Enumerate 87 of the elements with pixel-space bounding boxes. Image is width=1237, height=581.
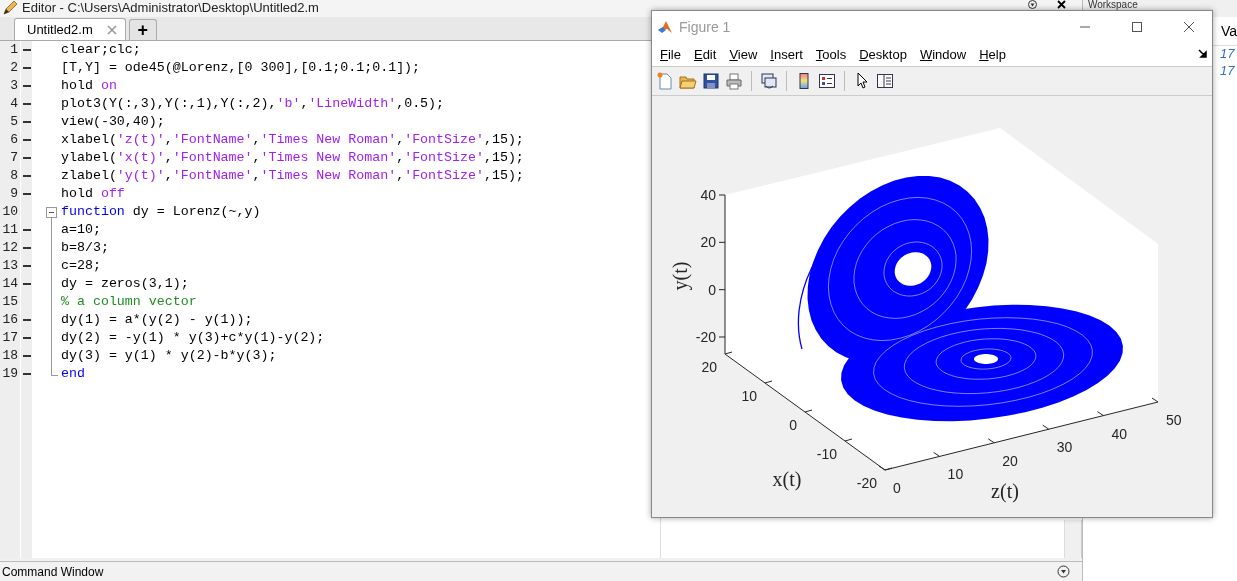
close-icon [1183,20,1195,33]
linked-windows-icon[interactable] [760,72,778,90]
code-line: c=28; [61,257,101,275]
new-file-icon[interactable] [656,72,674,90]
line-number: 12 [1,239,18,257]
line-number: 15 [1,293,18,311]
code-line: b=8/3; [61,239,109,257]
line-number: 3 [9,77,18,95]
code-line: dy(2) = -y(1) * y(3)+c*y(1)-y(2); [61,329,325,347]
line-number: 8 [9,167,18,185]
line-number: 5 [9,113,18,131]
tick-label: 40 [700,187,716,203]
scrollbar[interactable] [1063,520,1082,558]
line-number: 4 [9,95,18,113]
line-number: 14 [1,275,18,293]
window-title: Editor - C:\Users\Administrator\Desktop\Untitled2.m [22,0,319,15]
close-icon[interactable] [1056,0,1066,9]
dropdown-icon[interactable] [1027,0,1037,9]
code-line: dy = zeros(3,1); [61,275,189,293]
dropdown-icon[interactable] [1056,565,1070,578]
table-cell-text: 17 [1218,63,1236,80]
line-number: 16 [1,311,18,329]
code-line: ylabel('x(t)','FontName','Times New Roman','FontSize',15); [61,149,524,167]
line-number: 9 [9,185,18,203]
tick-label: 10 [741,388,757,404]
tick-label: 0 [708,281,716,298]
legend-icon[interactable] [818,72,836,90]
tick-label: -10 [816,446,837,462]
line-number: 13 [1,257,18,275]
tick-label: 30 [1056,439,1073,456]
print-icon[interactable] [725,72,743,90]
panel-icon[interactable] [876,72,894,90]
code-line: [T,Y] = ode45(@Lorenz,[0 300],[0.1;0.1;0.1]); [61,59,421,77]
code-line: clear;clc; [61,41,141,59]
code-line: dy(3) = y(1) * y(2)-b*y(3); [61,347,277,365]
axis-title: x(t) [772,468,802,490]
tick-label: -20 [856,475,877,491]
code-line: xlabel('z(t)','FontName','Times New Roman','FontSize',15); [61,131,524,149]
line-number: 7 [9,149,18,167]
tick-label: 40 [1111,425,1127,442]
line-number: 17 [1,329,18,347]
tick-label: -20 [695,329,716,345]
menu-item[interactable]: Desktop [859,46,907,62]
code-line: plot3(Y(:,3),Y(:,1),Y(:,2),'b','LineWidth',0.5); [61,95,445,113]
menu-item[interactable]: Edit [693,46,717,62]
tick-label: 10 [947,466,964,483]
axis-title: y(t) [669,261,691,291]
panel-title: Workspace [1087,0,1138,10]
line-number: 18 [1,347,18,365]
menu-item[interactable]: Help [979,46,1006,62]
window-title: Figure 1 [679,18,732,35]
menu-item[interactable]: View [729,46,758,62]
code-line: a=10; [61,221,101,239]
line-number: 2 [9,59,18,77]
code-line: end [61,365,85,383]
pencil-icon [2,0,18,16]
fold-toggle-icon[interactable] [46,207,57,218]
axis-title: z(t) [991,480,1019,502]
code-line: dy(1) = a*(y(2) - y(1)); [61,311,253,329]
menu-item[interactable]: File [660,46,681,62]
line-number: 11 [1,221,18,239]
tick-label: 20 [700,234,716,251]
tick-label: 0 [893,480,901,496]
save-icon[interactable] [702,72,720,90]
menu-item[interactable]: Tools [815,46,847,62]
code-line: hold off [61,185,125,203]
tick-label: 50 [1166,412,1182,428]
menu-item[interactable]: Window [919,46,967,62]
code-line: % a column vector [61,293,197,311]
dock-arrow-icon[interactable] [1198,49,1208,59]
tick-label: 0 [789,417,797,433]
editor-tab[interactable]: Untitled2.m [14,18,126,40]
line-number: 6 [9,131,18,149]
code-line: view(-30,40); [61,113,165,131]
new-tab-button[interactable]: + [128,19,157,40]
code-line: zlabel('y(t)','FontName','Times New Roman','FontSize',15); [61,167,524,185]
line-number: 19 [1,365,18,383]
code-line: function dy = Lorenz(~,y) [61,203,261,221]
maximize-icon [1131,20,1143,33]
line-number: 1 [9,41,18,59]
tick-label: 20 [701,359,717,375]
code-line: hold on [61,77,117,95]
menu-item[interactable]: Insert [770,46,803,62]
tick-label: 20 [1002,452,1018,469]
panel-title: Command Window [2,564,104,579]
line-number: 10 [1,203,18,221]
table-cell-text: 17 [1218,46,1236,63]
